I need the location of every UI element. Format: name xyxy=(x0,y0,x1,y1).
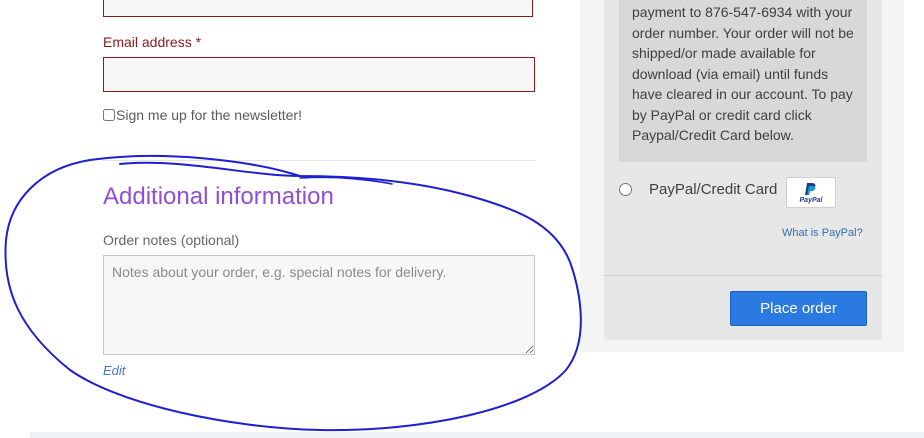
newsletter-checkbox[interactable] xyxy=(103,109,115,121)
newsletter-label: Sign me up for the newsletter! xyxy=(116,107,302,123)
paypal-logo-icon xyxy=(805,182,816,195)
order-notes-label: Order notes (optional) xyxy=(103,232,240,248)
payment-divider xyxy=(604,275,882,276)
place-order-button[interactable]: Place order xyxy=(730,291,867,326)
paypal-wordmark: PayPal xyxy=(799,196,823,204)
payment-description-text: payment to 876-547-6934 with your order … xyxy=(632,4,854,143)
email-field[interactable] xyxy=(103,57,535,92)
email-label-text: Email address xyxy=(103,34,192,50)
previous-field-input[interactable] xyxy=(103,0,533,17)
additional-information-title: Additional information xyxy=(103,183,334,210)
email-label: Email address * xyxy=(103,34,201,50)
paypal-radio[interactable] xyxy=(619,183,632,196)
what-is-paypal-link[interactable]: What is PayPal? xyxy=(782,227,863,239)
footer-strip xyxy=(30,432,924,438)
paypal-option-label[interactable]: PayPal/Credit Card xyxy=(649,181,777,198)
newsletter-option[interactable]: Sign me up for the newsletter! xyxy=(103,107,302,123)
edit-link[interactable]: Edit xyxy=(103,363,125,378)
paypal-logo-badge: PayPal xyxy=(786,177,836,208)
required-mark: * xyxy=(195,34,202,50)
order-notes-field[interactable] xyxy=(103,255,535,355)
section-divider xyxy=(103,160,535,161)
